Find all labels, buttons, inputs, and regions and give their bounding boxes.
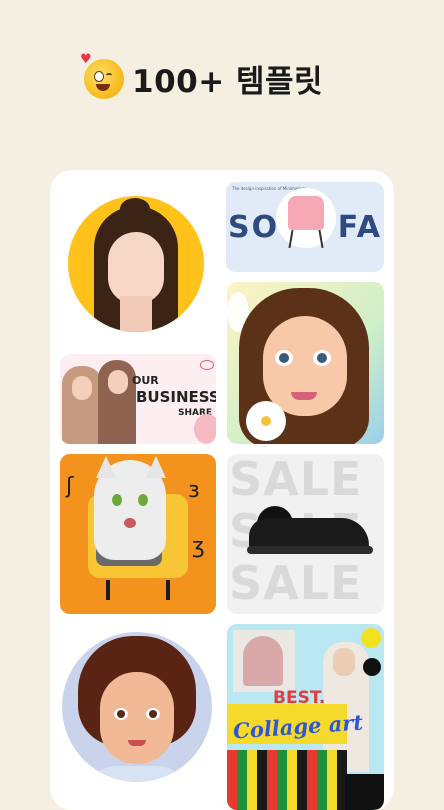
collage-best-text: BEST.: [273, 688, 326, 708]
sofa-word-left: SO: [228, 210, 280, 245]
page-title: 100+ 템플릿: [132, 64, 324, 100]
template-gallery-card: The design inspiration of Minimalism SO …: [50, 170, 394, 810]
business-line-1: OUR: [132, 374, 159, 387]
daisy-flower-icon: [249, 404, 283, 438]
template-collage-art[interactable]: BEST. Collage art: [227, 624, 384, 810]
black-sun-icon: [363, 658, 381, 676]
template-business[interactable]: OUR BUSINESS SHARE: [60, 354, 216, 444]
template-sale-sneaker[interactable]: SALE SALE SALE: [227, 454, 384, 614]
sale-word-3: SALE: [229, 556, 363, 610]
template-cat-tv[interactable]: ʃ ɜ ʒ: [60, 454, 216, 614]
sofa-word-right: FA: [337, 210, 382, 245]
header: ♥ 100+ 템플릿: [80, 53, 324, 101]
business-line-2: BUSINESS: [136, 388, 216, 406]
avatar-blue-circle: [62, 632, 212, 782]
sale-word-1: SALE: [229, 454, 363, 506]
face-with-heart-and-tongue-emoji-icon: ♥: [80, 53, 124, 99]
template-sofa[interactable]: The design inspiration of Minimalism SO …: [226, 182, 384, 272]
portrait-yellow-circle: [68, 196, 204, 332]
template-cartoon-girl[interactable]: [227, 282, 384, 444]
pink-chair-image: [288, 196, 324, 230]
template-portrait-girl[interactable]: [60, 182, 216, 344]
yellow-sun-icon: [361, 628, 381, 648]
template-cartoon-boy[interactable]: [60, 624, 216, 810]
